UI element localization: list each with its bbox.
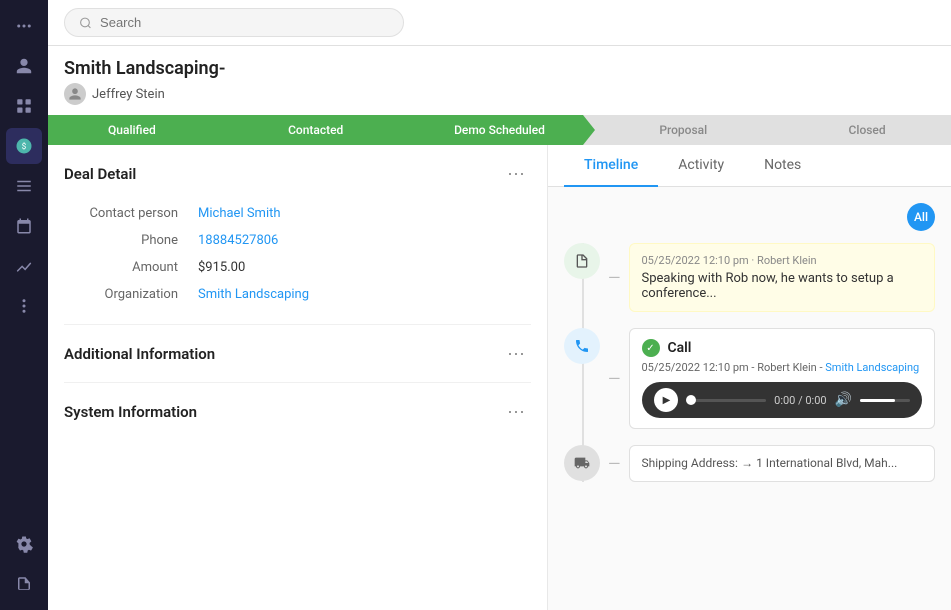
sidebar-icon-dots[interactable]: [6, 8, 42, 44]
play-button[interactable]: ▶: [654, 388, 678, 412]
timeline-call-content: ✓ Call 05/25/2022 12:10 pm - Robert Klei…: [629, 328, 936, 429]
timeline-container: — 05/25/2022 12:10 pm · Robert Klein Spe…: [564, 243, 935, 482]
sidebar-icon-tasks[interactable]: [6, 168, 42, 204]
table-row: Phone 18884527806: [64, 227, 531, 254]
additional-info-title: Additional Information: [64, 345, 215, 363]
tab-activity[interactable]: Activity: [658, 145, 744, 187]
timeline-shipping-content: Shipping Address: → 1 International Blvd…: [629, 445, 936, 482]
tab-notes[interactable]: Notes: [744, 145, 821, 187]
table-row: Organization Smith Landscaping: [64, 281, 531, 308]
call-card: ✓ Call 05/25/2022 12:10 pm - Robert Klei…: [629, 328, 936, 429]
timeline-node-shipping: [564, 445, 600, 481]
filter-row: All: [564, 203, 935, 231]
field-label-phone: Phone: [64, 227, 194, 254]
field-value-org: Smith Landscaping: [194, 281, 531, 308]
tab-timeline[interactable]: Timeline: [564, 145, 658, 187]
stage-demo[interactable]: Demo Scheduled: [400, 115, 584, 145]
left-panel: Deal Detail ··· Contact person Michael S…: [48, 145, 548, 610]
field-label-org: Organization: [64, 281, 194, 308]
timeline-item-note: — 05/25/2022 12:10 pm · Robert Klein Spe…: [564, 243, 935, 312]
note-timestamp: 05/25/2022 12:10 pm · Robert Klein: [642, 254, 923, 267]
svg-text:$: $: [22, 141, 27, 152]
sidebar-icon-deals[interactable]: $: [6, 128, 42, 164]
volume-fill: [860, 399, 895, 402]
deal-detail-table: Contact person Michael Smith Phone 18884…: [64, 200, 531, 308]
call-org-link[interactable]: Smith Landscaping: [825, 361, 919, 374]
filter-all-button[interactable]: All: [907, 203, 935, 231]
shipping-card: Shipping Address: → 1 International Blvd…: [629, 445, 936, 482]
contact-link[interactable]: Michael Smith: [198, 206, 281, 221]
field-value-amount: $915.00: [194, 254, 531, 281]
note-text: Speaking with Rob now, he wants to setup…: [642, 271, 923, 301]
check-icon: ✓: [642, 339, 660, 357]
call-meta: 05/25/2022 12:10 pm - Robert Klein - Smi…: [642, 361, 923, 374]
field-value-contact: Michael Smith: [194, 200, 531, 227]
call-label: Call: [668, 340, 692, 356]
time-display: 0:00 / 0:00: [774, 394, 826, 407]
stage-qualified[interactable]: Qualified: [48, 115, 216, 145]
field-label-contact: Contact person: [64, 200, 194, 227]
system-info-header: System Information ···: [64, 399, 531, 424]
progress-bar[interactable]: [686, 399, 767, 402]
shipping-label: Shipping Address:: [642, 456, 738, 470]
additional-info-header: Additional Information ···: [64, 341, 531, 366]
search-input[interactable]: [100, 15, 389, 30]
timeline-dash-2: —: [608, 369, 621, 388]
tabs: Timeline Activity Notes: [548, 145, 951, 187]
top-bar: [48, 0, 951, 46]
timeline-item-call: — ✓ Call 05/25/2022 12:10 pm - Robert Kl…: [564, 328, 935, 429]
deal-title: Smith Landscaping-: [64, 58, 935, 79]
sidebar-icon-contacts[interactable]: [6, 48, 42, 84]
table-row: Amount $915.00: [64, 254, 531, 281]
call-header: ✓ Call: [642, 339, 923, 357]
deal-header: Smith Landscaping- Jeffrey Stein: [48, 46, 951, 115]
deal-detail-title: Deal Detail: [64, 165, 136, 183]
stage-closed[interactable]: Closed: [767, 115, 951, 145]
stage-proposal[interactable]: Proposal: [583, 115, 767, 145]
timeline-dash: —: [608, 268, 621, 287]
sidebar: $: [0, 0, 48, 610]
right-panel: Timeline Activity Notes All: [548, 145, 951, 610]
sidebar-icon-settings[interactable]: [6, 526, 42, 562]
timeline-node-call: [564, 328, 600, 364]
system-info-title: System Information: [64, 403, 197, 421]
body-area: Deal Detail ··· Contact person Michael S…: [48, 145, 951, 610]
timeline-dash-3: —: [608, 454, 621, 473]
timeline-item-shipping: — Shipping Address: → 1 International Bl…: [564, 445, 935, 482]
volume-icon: 🔊: [835, 392, 852, 408]
main-content: Smith Landscaping- Jeffrey Stein Qualifi…: [48, 0, 951, 610]
system-info-more-btn[interactable]: ···: [501, 399, 531, 424]
progress-dot: [686, 395, 696, 405]
sidebar-icon-analytics[interactable]: [6, 248, 42, 284]
play-icon: ▶: [663, 395, 671, 406]
sidebar-icon-export[interactable]: [6, 566, 42, 602]
org-link[interactable]: Smith Landscaping: [198, 287, 309, 302]
pipeline: Qualified Contacted Demo Scheduled Propo…: [48, 115, 951, 145]
sidebar-icon-dashboard[interactable]: [6, 88, 42, 124]
table-row: Contact person Michael Smith: [64, 200, 531, 227]
search-icon: [79, 16, 92, 30]
deal-detail-more-btn[interactable]: ···: [501, 161, 531, 186]
additional-info-more-btn[interactable]: ···: [501, 341, 531, 366]
deal-detail-header: Deal Detail ···: [64, 161, 531, 186]
phone-link[interactable]: 18884527806: [198, 233, 278, 248]
volume-bar[interactable]: [860, 399, 910, 402]
audio-player: ▶ 0:00 / 0:00 🔊: [642, 382, 923, 418]
shipping-address: → 1 International Blvd, Mah...: [741, 456, 897, 470]
sidebar-icon-more[interactable]: [6, 288, 42, 324]
field-label-amount: Amount: [64, 254, 194, 281]
field-value-phone: 18884527806: [194, 227, 531, 254]
avatar: [64, 83, 86, 105]
sidebar-icon-calendar[interactable]: [6, 208, 42, 244]
stage-contacted[interactable]: Contacted: [216, 115, 400, 145]
timeline-note-content: 05/25/2022 12:10 pm · Robert Klein Speak…: [629, 243, 936, 312]
search-box[interactable]: [64, 8, 404, 37]
note-card: 05/25/2022 12:10 pm · Robert Klein Speak…: [629, 243, 936, 312]
deal-owner: Jeffrey Stein: [64, 83, 935, 105]
owner-name: Jeffrey Stein: [92, 87, 165, 102]
timeline-node-note: [564, 243, 600, 279]
timeline-area: All — 05/25/2022 12:10 pm · Robert Klei: [548, 187, 951, 610]
